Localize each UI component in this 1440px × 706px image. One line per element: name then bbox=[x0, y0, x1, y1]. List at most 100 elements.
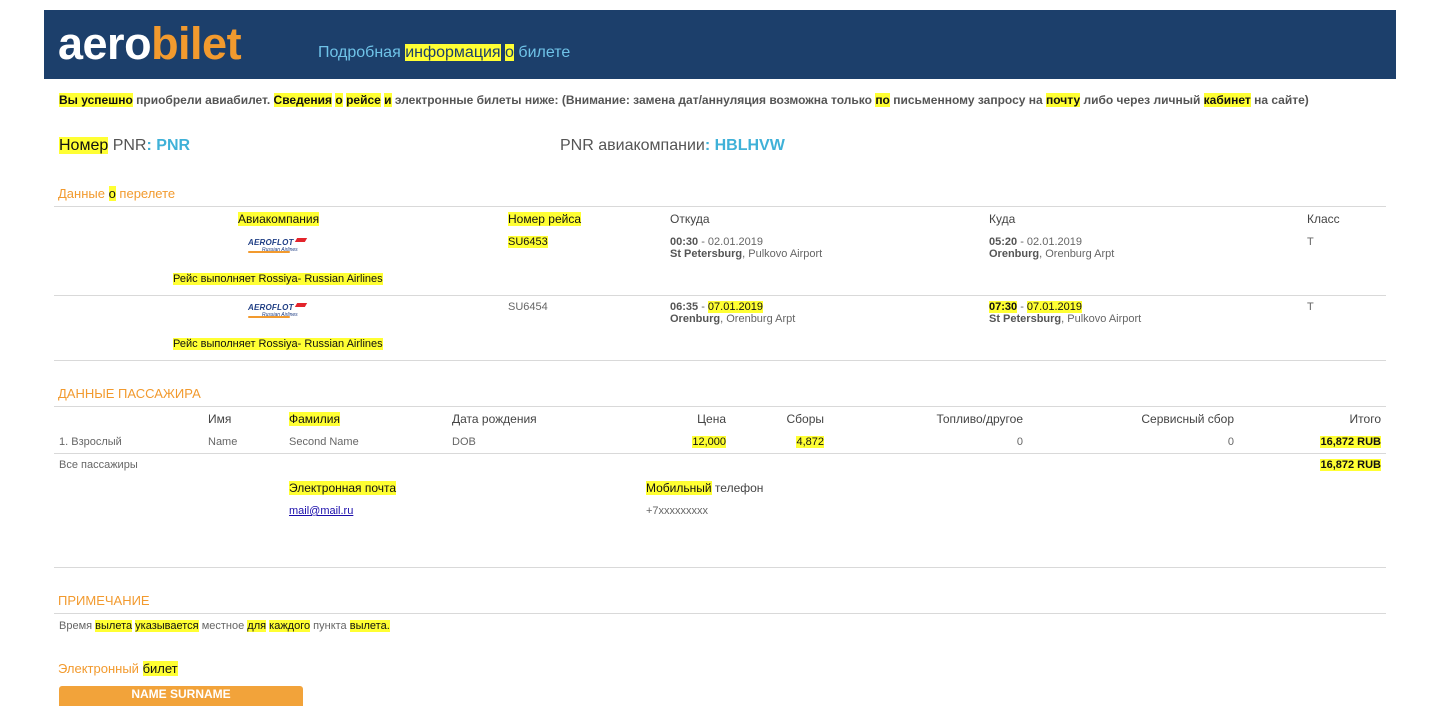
arrival-city: St Petersburg bbox=[989, 313, 1062, 325]
col-header-flight-no: Номер рейса bbox=[508, 212, 581, 226]
divider bbox=[54, 613, 1386, 614]
separator: - bbox=[698, 301, 708, 313]
pnr-label: PNR bbox=[108, 137, 147, 154]
passenger-fees-text: 4,872 bbox=[796, 436, 824, 448]
email-label-text: Электронная почта bbox=[289, 481, 397, 495]
all-passengers-total: 16,872 RUB bbox=[1280, 459, 1381, 471]
phone-label-highlight: Мобильный bbox=[646, 481, 712, 495]
arrival-city: Orenburg bbox=[989, 248, 1040, 260]
eticket-section-title: Электронный билет bbox=[58, 661, 178, 676]
phone-label: Мобильный телефон bbox=[646, 481, 763, 495]
note-text-part: пункта bbox=[310, 620, 350, 632]
intro-text: о bbox=[335, 93, 343, 107]
departure-date: 07.01.2019 bbox=[707, 301, 763, 313]
logo-part-aero: aero bbox=[58, 18, 152, 69]
divider bbox=[54, 406, 1386, 407]
col-header-flight-no-text: Номер рейса bbox=[508, 212, 581, 226]
departure-airport: , Orenburg Arpt bbox=[720, 313, 796, 325]
passenger-last-name: Second Name bbox=[289, 436, 359, 448]
page-title-highlight: информация bbox=[405, 44, 501, 61]
aeroflot-stripe-icon bbox=[248, 251, 290, 253]
divider bbox=[54, 453, 1386, 454]
departure-time: 00:30 bbox=[670, 236, 699, 248]
aerobilet-logo[interactable]: aerobilet bbox=[58, 18, 242, 70]
page-title: Подробная информация о билете bbox=[318, 44, 570, 62]
arrival-info: 05:20 - 02.01.2019 Orenburg, Orenburg Ar… bbox=[989, 236, 1114, 260]
flight-number: SU6453 bbox=[508, 236, 548, 248]
arrival-airport: , Pulkovo Airport bbox=[1061, 313, 1142, 325]
email-value: mail@mail.ru bbox=[289, 505, 353, 517]
flight-number: SU6454 bbox=[508, 301, 548, 313]
passenger-total: 16,872 RUB bbox=[1280, 436, 1381, 448]
arrival-info: 07:30 - 07.01.2019 St Petersburg, Pulkov… bbox=[989, 301, 1141, 325]
arrival-date: 07.01.2019 bbox=[1026, 301, 1082, 313]
col-header-last-name-text: Фамилия bbox=[289, 412, 340, 426]
email-link[interactable]: mail@mail.ru bbox=[289, 505, 353, 517]
email-label: Электронная почта bbox=[289, 481, 397, 495]
passenger-dob: DOB bbox=[452, 436, 476, 448]
passenger-type: 1. Взрослый bbox=[59, 436, 122, 448]
note-text-part: указывается bbox=[135, 620, 199, 632]
divider bbox=[54, 360, 1386, 361]
departure-city: St Petersburg bbox=[670, 248, 743, 260]
flight-section-title-highlight: о bbox=[108, 186, 116, 201]
intro-text: либо через личный bbox=[1080, 93, 1204, 107]
note-text-part: Время bbox=[59, 620, 96, 632]
passenger-total-text: 16,872 RUB bbox=[1320, 436, 1381, 448]
airline-pnr-label: PNR авиакомпании bbox=[560, 137, 705, 154]
arrival-time: 05:20 bbox=[989, 236, 1018, 248]
aeroflot-logo-text: AEROFLOT bbox=[248, 238, 294, 247]
aeroflot-logo-text: AEROFLOT bbox=[248, 303, 294, 312]
departure-info: 00:30 - 02.01.2019 St Petersburg, Pulkov… bbox=[670, 236, 822, 260]
page-title-text: Подробная bbox=[318, 44, 406, 61]
aeroflot-wing-icon bbox=[294, 303, 308, 307]
all-passengers-total-text: 16,872 RUB bbox=[1320, 459, 1381, 471]
intro-notice: Вы успешно приобрели авиабилет. Сведения… bbox=[59, 93, 1309, 107]
note-text-part: каждого bbox=[269, 620, 311, 632]
intro-text: электронные билеты ниже: (Внимание: заме… bbox=[391, 93, 876, 107]
passenger-price-text: 12,000 bbox=[692, 436, 726, 448]
page-title-text: билете bbox=[513, 44, 571, 61]
divider bbox=[54, 206, 1386, 207]
departure-airport: , Pulkovo Airport bbox=[742, 248, 823, 260]
separator: - bbox=[1017, 236, 1027, 248]
intro-text: и bbox=[384, 93, 392, 107]
divider bbox=[54, 567, 1386, 568]
col-header-class: Класс bbox=[1307, 212, 1340, 226]
flight-section-title: Данные о перелете bbox=[58, 186, 175, 201]
col-header-to: Куда bbox=[989, 212, 1016, 226]
intro-text: Вы успешно bbox=[59, 93, 133, 107]
operated-by-note: Рейс выполняет Rossiya- Russian Airlines bbox=[173, 338, 383, 350]
aeroflot-stripe-icon bbox=[248, 316, 290, 318]
arrival-airport: , Orenburg Arpt bbox=[1039, 248, 1115, 260]
intro-text: Сведения bbox=[273, 93, 333, 107]
intro-text: по bbox=[875, 93, 890, 107]
col-header-fuel: Топливо/другое bbox=[936, 412, 1023, 426]
passenger-first-name: Name bbox=[208, 436, 238, 448]
airline-pnr-colon: : bbox=[704, 137, 715, 154]
note-text-part: вылета. bbox=[349, 620, 390, 632]
note-text-part: вылета bbox=[95, 620, 133, 632]
flight-section-title-text: перелете bbox=[115, 186, 176, 201]
col-header-last-name: Фамилия bbox=[289, 412, 340, 426]
note-text-part: для bbox=[247, 620, 267, 632]
intro-text: на сайте) bbox=[1250, 93, 1309, 107]
passenger-section-title: ДАННЫЕ ПАССАЖИРА bbox=[58, 386, 201, 401]
aeroflot-logo: AEROFLOT Russian Airlines bbox=[248, 303, 308, 321]
aeroflot-logo: AEROFLOT Russian Airlines bbox=[248, 238, 308, 256]
intro-text: рейсе bbox=[346, 93, 381, 107]
departure-time: 06:35 bbox=[670, 301, 699, 313]
col-header-fees: Сборы bbox=[786, 412, 824, 426]
departure-city: Orenburg bbox=[670, 313, 721, 325]
separator: - bbox=[1017, 301, 1027, 313]
passenger-service: 0 bbox=[1227, 436, 1234, 448]
intro-text: кабинет bbox=[1203, 93, 1251, 107]
col-header-first-name: Имя bbox=[208, 412, 232, 426]
aeroflot-wing-icon bbox=[294, 238, 308, 242]
phone-value: +7xxxxxxxxx bbox=[646, 505, 709, 517]
col-header-dob: Дата рождения bbox=[452, 412, 537, 426]
intro-text: приобрели авиабилет. bbox=[132, 93, 274, 107]
separator: - bbox=[698, 236, 708, 248]
flight-number-text: SU6453 bbox=[508, 236, 548, 248]
booking-class: T bbox=[1307, 301, 1314, 313]
